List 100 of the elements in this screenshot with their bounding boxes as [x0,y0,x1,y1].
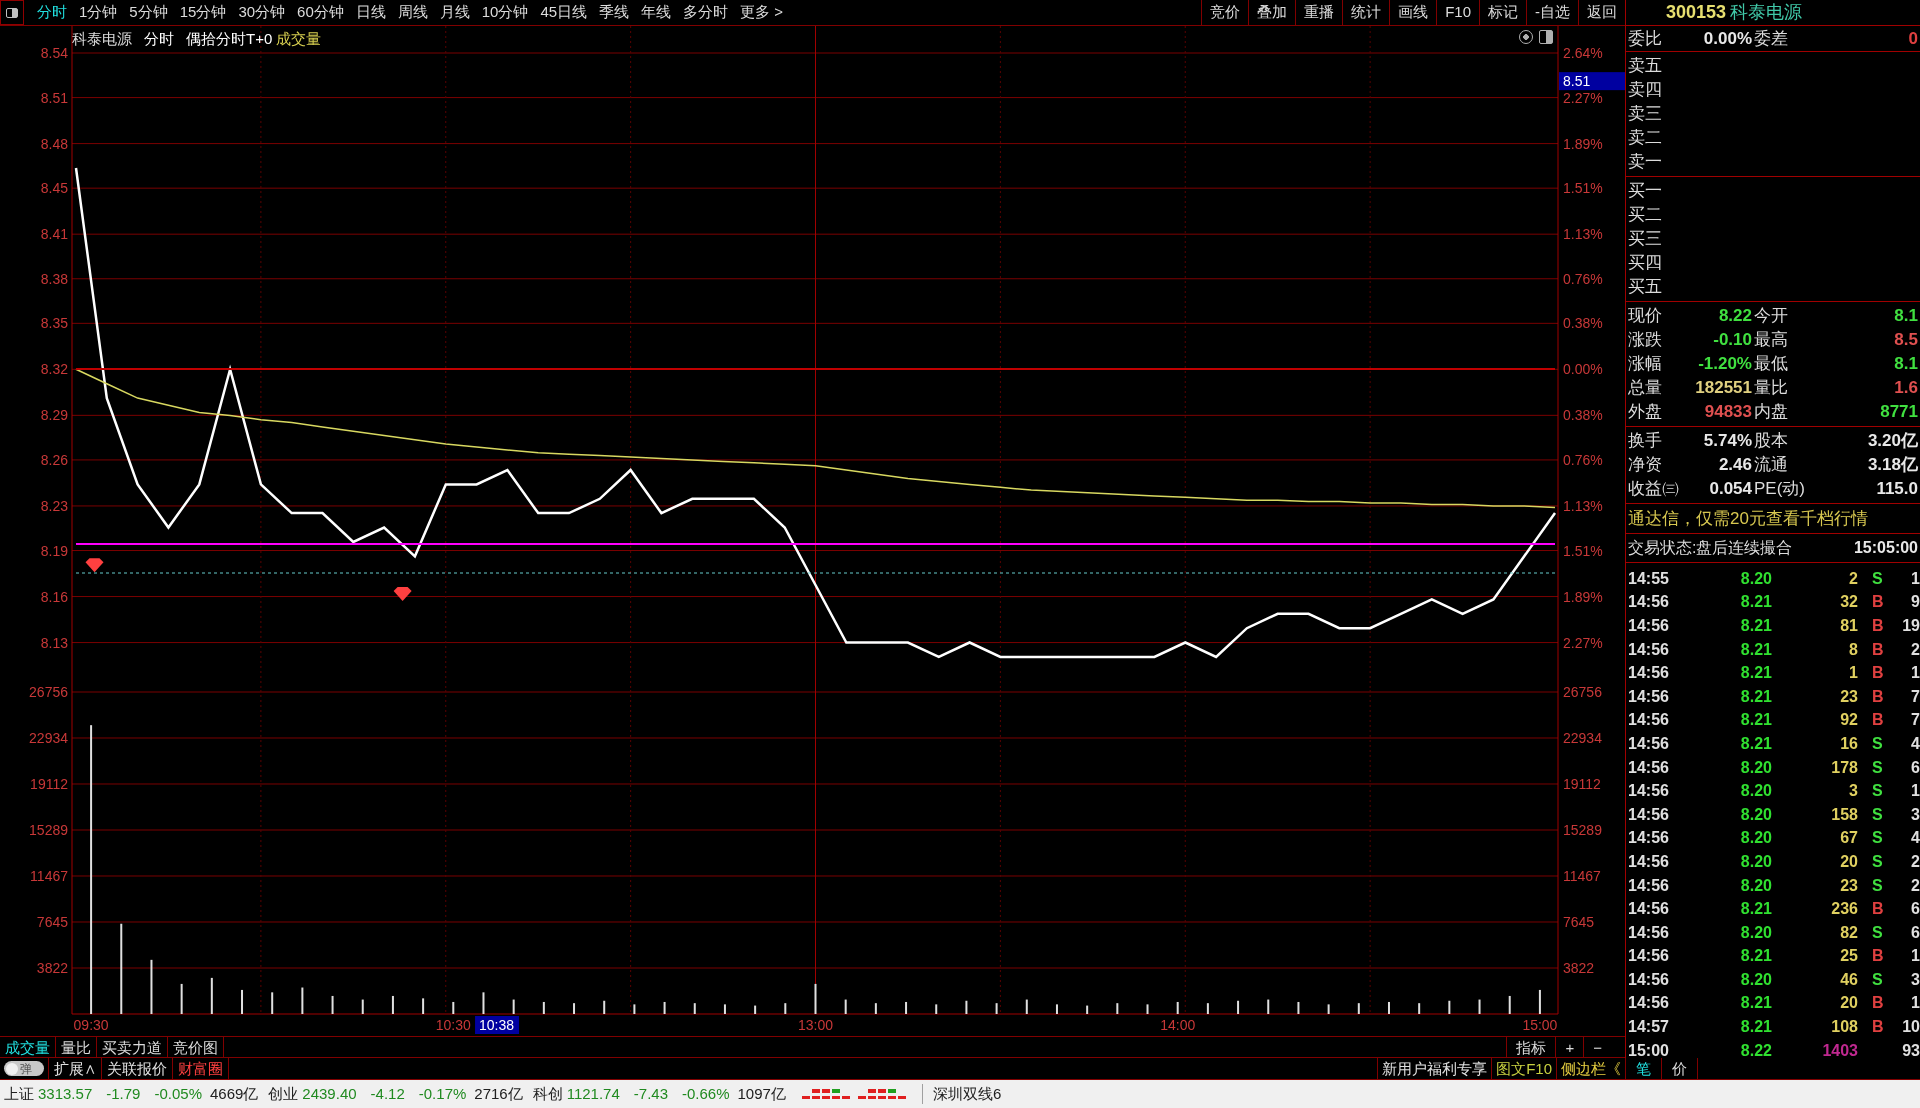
trade-volume: 3 [1848,783,1858,800]
quote-label: 最低 [1754,355,1789,373]
ask-level-label: 卖三 [1628,102,1663,125]
trade-side: S [1872,877,1884,894]
indicator-name: 偶拾分时T+0 [186,29,273,49]
trade-count: 2 [1910,877,1920,894]
price-axis-label: 8.38 [40,270,68,287]
trade-time: 14:56 [1627,641,1670,658]
index-change: -7.43 [633,1083,668,1104]
quote-label: 内盘 [1754,403,1789,421]
trade-count: 1 [1910,783,1920,800]
trade-side: S [1872,570,1884,587]
quote-label: 涨幅 [1628,355,1663,373]
trade-time: 14:56 [1627,712,1670,729]
trade-price: 8.20 [1739,759,1772,776]
trade-count: 7 [1910,712,1920,729]
quote-label: 委差 [1754,29,1789,47]
trade-volume: 23 [1839,688,1858,705]
trade-status-time: 15:05:00 [1853,538,1918,558]
trade-side: B [1872,665,1885,682]
trade-count: 9 [1910,594,1920,611]
quote-value: 1.6 [1893,379,1918,397]
percent-axis-label: 0.38% [1563,407,1603,424]
price-axis-label: 8.29 [40,407,68,424]
volume-axis-label: 22934 [1563,730,1602,746]
trade-price: 8.21 [1739,618,1772,634]
index-name: 科创 [532,1083,563,1104]
trade-volume: 16 [1839,735,1858,752]
index-name: 上证 [4,1083,34,1104]
trade-volume: 1 [1848,665,1858,682]
quote-value: 2.46 [1717,456,1752,474]
trade-side: B [1872,594,1885,611]
price-axis-label: 8.51 [40,89,68,106]
trade-time: 14:55 [1627,570,1670,587]
volume-axis-label: 15289 [29,822,68,838]
volume-axis-label: 26756 [29,684,68,700]
volume-axis-label: 19112 [1563,776,1601,792]
trade-price: 8.21 [1739,948,1772,965]
trade-price: 8.21 [1739,688,1772,705]
percent-axis-label: 1.89% [1563,588,1603,605]
trade-time: 14:56 [1627,924,1670,941]
percent-axis-label: 2.27% [1563,634,1603,651]
quote-value: 5.74% [1702,432,1752,450]
volume-axis-label: 15289 [1563,822,1602,838]
volume-axis-label: 3822 [36,960,68,976]
volume-axis-label: 11467 [1563,868,1601,884]
quote-value: 8.1 [1893,355,1918,373]
trade-volume: 46 [1839,971,1858,988]
trade-count: 6 [1910,759,1920,776]
trade-price: 8.22 [1739,1042,1772,1059]
percent-axis-label: 0.76% [1563,270,1603,287]
trade-volume: 2 [1848,570,1858,587]
quote-label: 最高 [1754,331,1789,349]
quote-label: 外盘 [1628,403,1663,421]
price-axis-label: 8.45 [40,180,68,197]
trade-side: S [1872,759,1884,776]
price-axis-label: 8.41 [40,226,68,243]
trade-time: 14:56 [1627,759,1670,776]
trade-side: B [1872,995,1885,1012]
percent-axis-label: 1.89% [1563,135,1603,152]
trade-time: 14:56 [1627,877,1670,894]
trade-count: 4 [1910,830,1920,847]
quote-value: 0.054 [1708,480,1752,498]
volume-axis-label: 22934 [29,730,68,746]
trade-price: 8.20 [1739,877,1772,894]
ask-level-label: 卖五 [1628,54,1663,77]
trade-volume: 8 [1848,641,1858,658]
trade-status: 交易状态:盘后连续撮合 [1628,538,1793,558]
trade-price: 8.20 [1739,971,1772,988]
volume-axis-label: 26756 [1563,684,1602,700]
time-axis-label: 14:00 [1160,1017,1196,1033]
trade-time: 14:56 [1627,665,1670,682]
index-change: -4.12 [370,1083,405,1104]
trade-volume: 67 [1839,830,1858,847]
trade-side: S [1872,806,1884,823]
trade-volume: 20 [1839,853,1858,870]
trade-side: S [1872,924,1884,941]
trade-volume: 178 [1830,759,1858,776]
index-percent: -0.66% [682,1083,730,1104]
trade-time: 14:56 [1627,830,1670,847]
quote-value: 3.20亿 [1866,432,1918,450]
trade-count: 19 [1901,618,1920,634]
price-axis-label: 8.19 [40,542,68,559]
quote-label: 收益㈢ [1628,480,1680,498]
trade-time: 14:56 [1627,948,1670,965]
trade-time: 14:56 [1627,594,1670,611]
trade-time: 14:56 [1627,853,1670,870]
trade-side: B [1872,618,1885,634]
trade-side: B [1872,641,1885,658]
trade-side: S [1872,853,1884,870]
quote-label: 股本 [1754,432,1789,450]
trade-volume: 82 [1839,924,1858,941]
index-percent: -0.17% [418,1083,467,1104]
trade-side: B [1872,948,1885,965]
trade-side: B [1872,712,1885,729]
quote-label: 总量 [1628,379,1663,397]
quote-value: -0.10 [1712,331,1752,349]
trade-price: 8.21 [1739,712,1772,729]
trade-price: 8.20 [1739,830,1772,847]
index-amount: 4669亿 [209,1083,259,1104]
